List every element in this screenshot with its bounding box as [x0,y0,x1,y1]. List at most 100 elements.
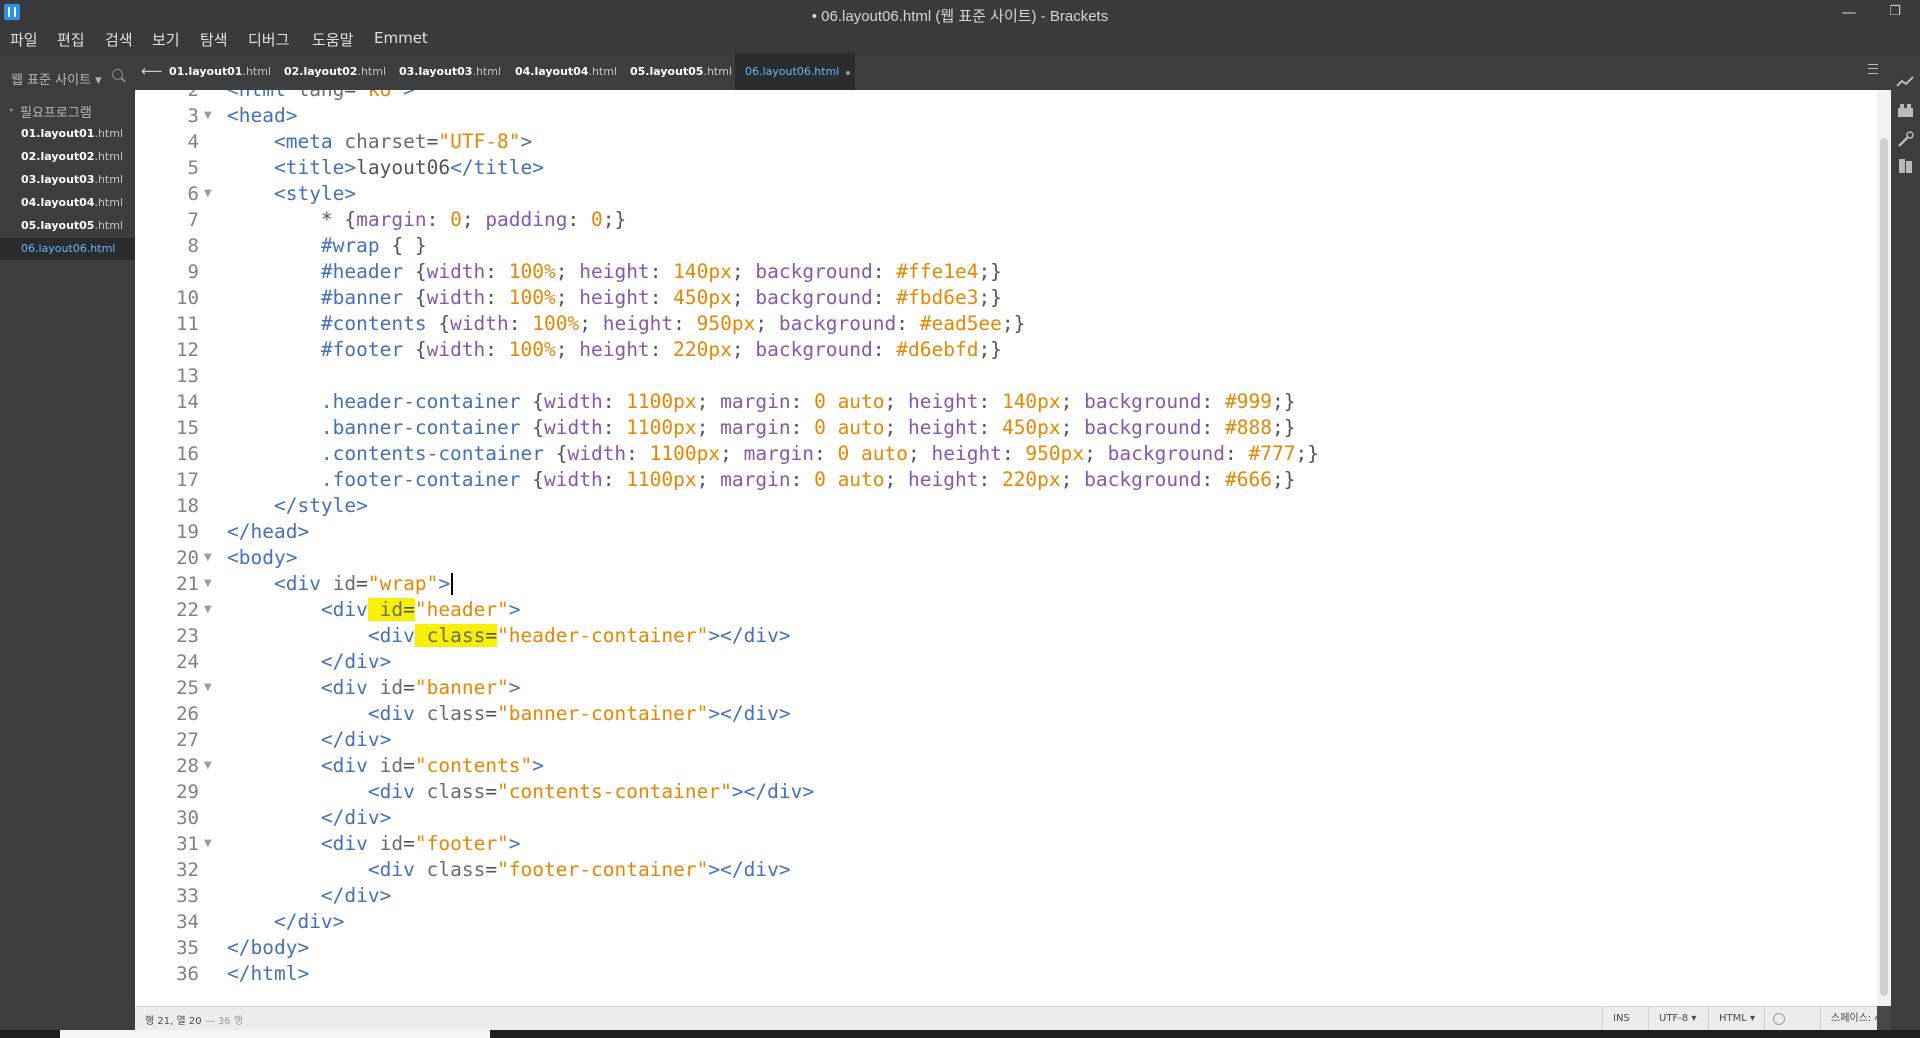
code-line[interactable]: <div class="footer-container"></div> [227,857,791,883]
code-line[interactable]: <html lang="ko"> [227,90,415,103]
fold-toggle-icon[interactable]: ▼ [204,571,216,597]
fold-toggle-icon[interactable]: ▼ [204,597,216,623]
file-item[interactable]: 02.layout02.html [0,146,135,168]
code-line[interactable]: #contents {width: 100%; height: 950px; b… [227,311,1025,337]
code-line[interactable]: <head> [227,103,297,129]
code-line[interactable]: #header {width: 100%; height: 140px; bac… [227,259,1002,285]
line-number: 31 [176,833,199,855]
file-item[interactable]: 01.layout01.html [0,123,135,145]
code-line[interactable]: .footer-container {width: 1100px; margin… [227,467,1296,493]
fold-toggle-icon[interactable]: ▼ [204,103,216,129]
line-number: 30 [176,807,199,829]
status-bar: 행 21, 열 20 — 36 행 INS UTF-8 ▾ HTML ▾ 스페이… [135,1006,1881,1031]
line-number: 3 [187,105,199,127]
line-number: 19 [176,521,199,543]
line-number: 21 [176,573,199,595]
file-name: 02.layout02.html [21,150,124,163]
code-line[interactable]: </div> [227,649,391,675]
file-item-active[interactable]: 06.layout06.html [0,238,135,260]
live-preview-icon[interactable] [1896,73,1915,92]
menu-find[interactable]: 검색 [105,29,133,50]
line-number: 18 [176,495,199,517]
code-line[interactable]: <div id="banner"> [227,675,521,701]
menu-help[interactable]: 도움말 [312,29,353,50]
code-line[interactable]: <div class="banner-container"></div> [227,701,791,727]
code-line[interactable]: <body> [227,545,297,571]
line-number: 35 [176,937,199,959]
menu-emmet[interactable]: Emmet [374,29,428,47]
linter-status[interactable] [1764,1007,1795,1031]
code-line[interactable]: <div id="wrap"> [227,571,450,597]
code-line[interactable]: <div id="header"> [227,597,521,623]
tab-file[interactable]: 02.layout02.html [284,53,394,90]
fold-toggle-icon[interactable]: ▼ [204,831,216,857]
code-line[interactable]: .contents-container {width: 1100px; marg… [227,441,1319,467]
fold-toggle-icon[interactable]: ▼ [204,545,216,571]
file-item[interactable]: 05.layout05.html [0,215,135,237]
code-line[interactable]: </body> [227,935,309,961]
encoding-dropdown[interactable]: UTF-8 ▾ [1648,1007,1709,1031]
docs-icon[interactable] [1896,157,1915,176]
code-line[interactable]: #banner {width: 100%; height: 450px; bac… [227,285,1002,311]
code-line[interactable]: <div class="contents-container"></div> [227,779,814,805]
indent-setting[interactable]: 스페이스: 4 [1820,1007,1891,1031]
code-line[interactable]: </div> [227,909,344,935]
file-item[interactable]: 03.layout03.html [0,169,135,191]
code-line[interactable]: </head> [227,519,309,545]
tab-file[interactable]: 03.layout03.html [399,53,509,90]
code-line[interactable]: .header-container {width: 1100px; margin… [227,389,1296,415]
code-line[interactable]: .banner-container {width: 1100px; margin… [227,415,1296,441]
code-line[interactable]: </div> [227,805,391,831]
back-arrow-icon[interactable]: ⟵ [141,62,163,80]
line-number: 22 [176,599,199,621]
tab-file[interactable]: 04.layout04.html [515,53,625,90]
title-bar: • 06.layout06.html (웹 표준 사이트) - Brackets… [0,0,1920,27]
code-line[interactable]: <div id="contents"> [227,753,544,779]
tab-file[interactable]: 05.layout05.html [630,53,740,90]
extension-manager-icon[interactable] [1896,101,1915,120]
code-line[interactable]: <meta charset="UTF-8"> [227,129,532,155]
fold-toggle-icon[interactable]: ▼ [204,675,216,701]
maximize-button[interactable]: ❐ [1872,0,1918,27]
code-line[interactable]: </html> [227,961,309,987]
minimize-button[interactable]: — [1826,0,1872,27]
code-line[interactable]: </div> [227,727,391,753]
vertical-scrollbar[interactable] [1877,90,1891,1006]
line-number: 2 [187,90,199,101]
code-line[interactable]: </div> [227,883,391,909]
search-icon[interactable] [112,69,123,80]
menu-navigate[interactable]: 탐색 [200,29,228,50]
code-editor[interactable]: 2<html lang="ko">3▼<head>4 <meta charset… [135,90,1877,1006]
scroll-thumb[interactable] [1880,138,1888,996]
line-number: 27 [176,729,199,751]
code-line[interactable]: </style> [227,493,368,519]
code-line[interactable]: <title>layout06</title> [227,155,544,181]
code-line[interactable]: * {margin: 0; padding: 0;} [227,207,626,233]
folder-item[interactable]: 필요프로그램 [20,102,92,121]
code-line[interactable]: <div class="header-container"></div> [227,623,791,649]
tab-file[interactable]: 01.layout01.html [169,53,279,90]
insert-mode-indicator[interactable]: INS [1602,1007,1649,1031]
window-title: • 06.layout06.html (웹 표준 사이트) - Brackets [811,8,1109,25]
menu-file[interactable]: 파일 [10,29,38,50]
cursor-position: 행 21, 열 20 — 36 행 [145,1016,244,1027]
fold-toggle-icon[interactable]: ▼ [204,181,216,207]
menu-edit[interactable]: 편집 [57,29,85,50]
tab-active[interactable]: 06.layout06.html [735,53,855,90]
file-item[interactable]: 04.layout04.html [0,192,135,214]
menu-view[interactable]: 보기 [152,29,180,50]
menu-debug[interactable]: 디버그 [248,29,289,50]
code-line[interactable]: #footer {width: 100%; height: 220px; bac… [227,337,1002,363]
tab-label: 04.layout04.html [515,65,618,78]
language-dropdown[interactable]: HTML ▾ [1708,1007,1765,1031]
fold-toggle-icon[interactable]: ▼ [204,753,216,779]
code-line[interactable]: #wrap { } [227,233,427,259]
file-name: 06.layout06.html [21,242,116,255]
code-line[interactable]: <style> [227,181,356,207]
working-files-menu-icon[interactable] [1868,64,1878,74]
project-dropdown[interactable]: 웹 표준 사이트 ▾ [11,69,102,88]
folder-collapse-arrow-icon[interactable]: ▸ [10,105,14,114]
line-number: 10 [176,287,199,309]
code-line[interactable]: <div id="footer"> [227,831,521,857]
quick-tools-icon[interactable] [1896,130,1915,149]
